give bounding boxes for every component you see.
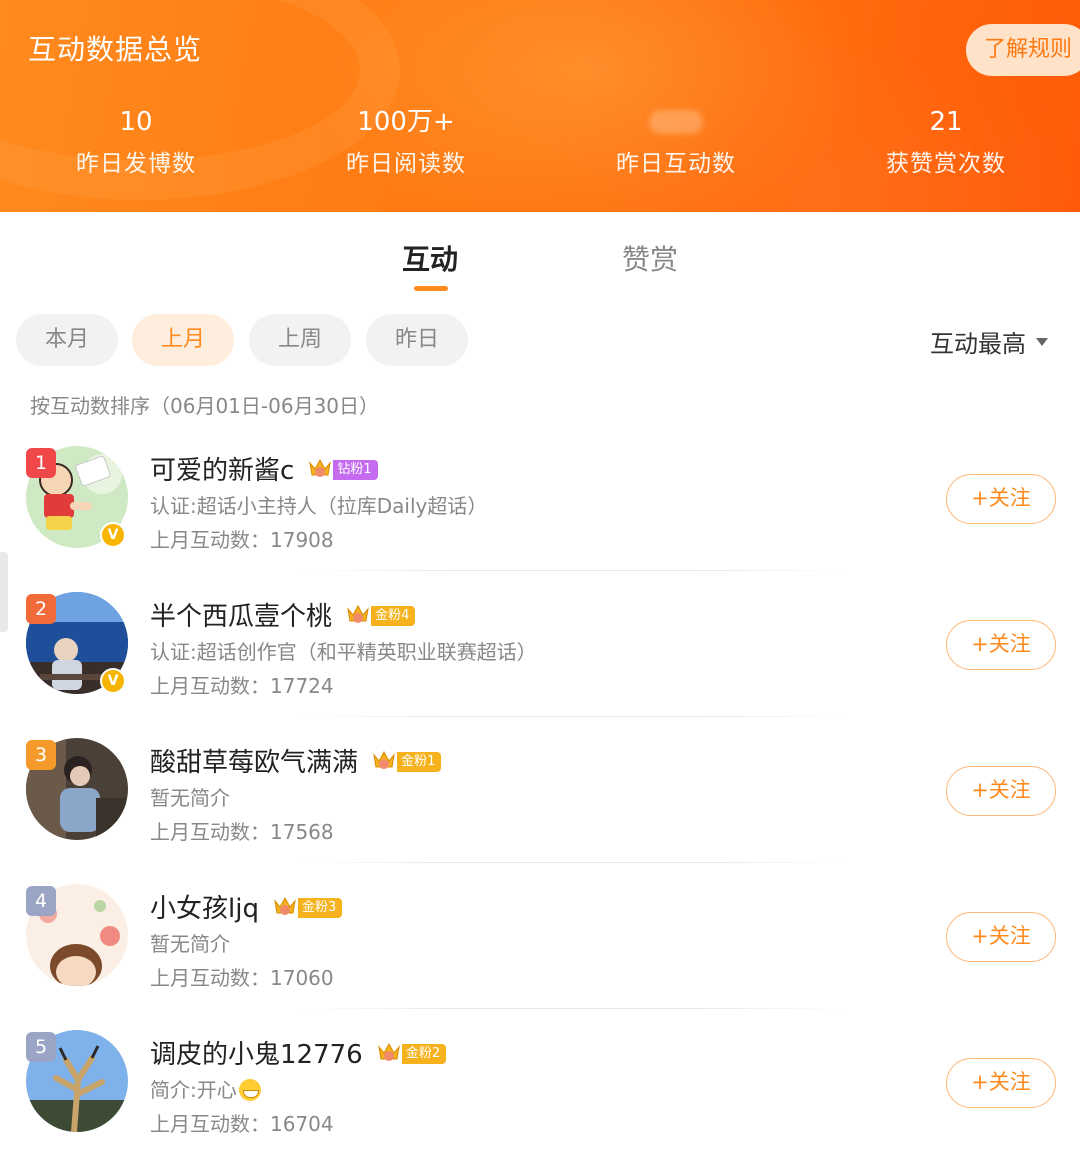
interaction-count: 上月互动数：17908 (150, 528, 334, 552)
follow-button[interactable]: +关注 (946, 474, 1056, 524)
user-description: 认证:超话小主持人（拉库Daily超话） (150, 494, 488, 518)
user-description: 认证:超话创作官（和平精英职业联赛超话） (150, 640, 537, 664)
fan-badge: 钻粉1 (307, 458, 378, 480)
fan-badge-label: 金粉4 (371, 605, 416, 626)
blurred-value (649, 110, 703, 134)
list-item[interactable]: 5 调皮的小鬼12776 金粉2 简介:开心 上月互动数：16704 +关注 (0, 1030, 1080, 1156)
fan-badge-label: 金粉2 (401, 1043, 447, 1064)
name-line: 酸甜草莓欧气满满 金粉1 (150, 742, 442, 778)
follow-button[interactable]: +关注 (946, 620, 1056, 670)
filter-this-month[interactable]: 本月 (16, 314, 118, 366)
stat-value: 21 (929, 107, 963, 137)
overview-header: 互动数据总览 了解规则 10 昨日发博数 100万+ 昨日阅读数 昨日互动数 2… (0, 0, 1080, 212)
follow-button[interactable]: +关注 (946, 912, 1056, 962)
fan-badge: 金粉4 (345, 604, 416, 626)
user-name[interactable]: 可爱的新酱c (150, 456, 294, 486)
list-item[interactable]: 1 V 可爱的新酱c 钻粉1 认证:超话小主持人（拉库Daily超话） 上月互动… (0, 446, 1080, 592)
stat-rewards[interactable]: 21 获赞赏次数 (846, 104, 1046, 178)
stat-value: 100万+ (357, 107, 455, 137)
follow-label: +关注 (971, 632, 1031, 656)
follow-button[interactable]: +关注 (946, 1058, 1056, 1108)
grin-emoji-icon (238, 1079, 261, 1101)
user-description-text: 简介:开心 (150, 1078, 237, 1102)
name-line: 调皮的小鬼12776 金粉2 (150, 1034, 447, 1070)
stat-reads[interactable]: 100万+ 昨日阅读数 (306, 104, 506, 178)
user-description: 暂无简介 (150, 932, 230, 956)
rank-badge: 3 (26, 740, 56, 770)
list-item[interactable]: 2 V 半个西瓜壹个桃 金粉4 认证:超话创作官（和平精英职业联赛超话） 上月互… (0, 592, 1080, 738)
follow-label: +关注 (971, 1070, 1031, 1094)
crown-icon (309, 458, 332, 477)
stat-value: 10 (119, 107, 153, 137)
interaction-count: 上月互动数：17568 (150, 820, 334, 844)
crown-icon (378, 1042, 400, 1061)
user-name[interactable]: 调皮的小鬼12776 (150, 1040, 363, 1070)
fan-badge: 金粉1 (371, 750, 442, 772)
filter-yesterday[interactable]: 昨日 (366, 314, 468, 366)
list-item[interactable]: 3 酸甜草莓欧气满满 金粉1 暂无简介 上月互动数：17568 +关注 (0, 738, 1080, 884)
active-tab-indicator (414, 286, 448, 291)
sort-label: 互动最高 (930, 330, 1026, 358)
verified-icon: V (100, 522, 126, 548)
follow-button[interactable]: +关注 (946, 766, 1056, 816)
follow-label: +关注 (971, 924, 1031, 948)
name-line: 可爱的新酱c 钻粉1 (150, 450, 378, 486)
crown-icon (274, 896, 296, 915)
follow-label: +关注 (971, 778, 1031, 802)
sort-description: 按互动数排序（06月01日-06月30日） (30, 394, 380, 418)
tab-interaction[interactable]: 互动 (402, 238, 458, 278)
interaction-count: 上月互动数：17060 (150, 966, 334, 990)
stat-value-hidden (576, 104, 776, 140)
rank-badge: 4 (26, 886, 56, 916)
sort-dropdown[interactable]: 互动最高 (930, 324, 1048, 359)
user-name[interactable]: 酸甜草莓欧气满满 (150, 748, 358, 778)
stats-row: 10 昨日发博数 100万+ 昨日阅读数 昨日互动数 21 获赞赏次数 (0, 104, 1080, 194)
stat-label: 昨日发博数 (76, 151, 196, 177)
fan-badge-label: 钻粉1 (333, 459, 378, 480)
filter-last-week[interactable]: 上周 (249, 314, 351, 366)
user-name[interactable]: 半个西瓜壹个桃 (150, 602, 332, 632)
stat-interactions[interactable]: 昨日互动数 (576, 104, 776, 178)
stat-posts[interactable]: 10 昨日发博数 (36, 104, 236, 178)
rank-badge: 2 (26, 594, 56, 624)
divider (300, 862, 850, 863)
crown-icon (347, 604, 369, 623)
fan-badge: 金粉3 (272, 896, 343, 918)
divider (300, 570, 850, 571)
name-line: 半个西瓜壹个桃 金粉4 (150, 596, 416, 632)
user-description: 简介:开心 (150, 1074, 261, 1103)
rank-badge: 1 (26, 448, 56, 478)
divider (300, 1008, 850, 1009)
divider (300, 716, 850, 717)
filter-last-month[interactable]: 上月 (132, 314, 234, 366)
fan-badge-label: 金粉3 (298, 897, 343, 918)
interaction-count: 上月互动数：16704 (150, 1112, 334, 1136)
caret-down-icon (1036, 338, 1048, 346)
verified-icon: V (100, 668, 126, 694)
follow-label: +关注 (971, 486, 1031, 510)
rank-badge: 5 (26, 1032, 56, 1062)
stat-label: 昨日互动数 (616, 151, 736, 177)
tab-reward[interactable]: 赞赏 (622, 238, 678, 278)
stat-label: 昨日阅读数 (346, 151, 466, 177)
crown-icon (373, 750, 395, 769)
user-name[interactable]: 小女孩ljq (150, 894, 259, 924)
fan-badge: 金粉2 (376, 1042, 447, 1064)
page-title: 互动数据总览 (28, 33, 203, 66)
fan-badge-label: 金粉1 (397, 751, 442, 772)
stat-label: 获赞赏次数 (886, 151, 1006, 177)
interaction-count: 上月互动数：17724 (150, 674, 334, 698)
user-description: 暂无简介 (150, 786, 230, 810)
learn-rules-button[interactable]: 了解规则 (966, 24, 1080, 76)
name-line: 小女孩ljq 金粉3 (150, 888, 343, 924)
list-item[interactable]: 4 小女孩ljq 金粉3 暂无简介 上月互动数：17060 +关注 (0, 884, 1080, 1030)
